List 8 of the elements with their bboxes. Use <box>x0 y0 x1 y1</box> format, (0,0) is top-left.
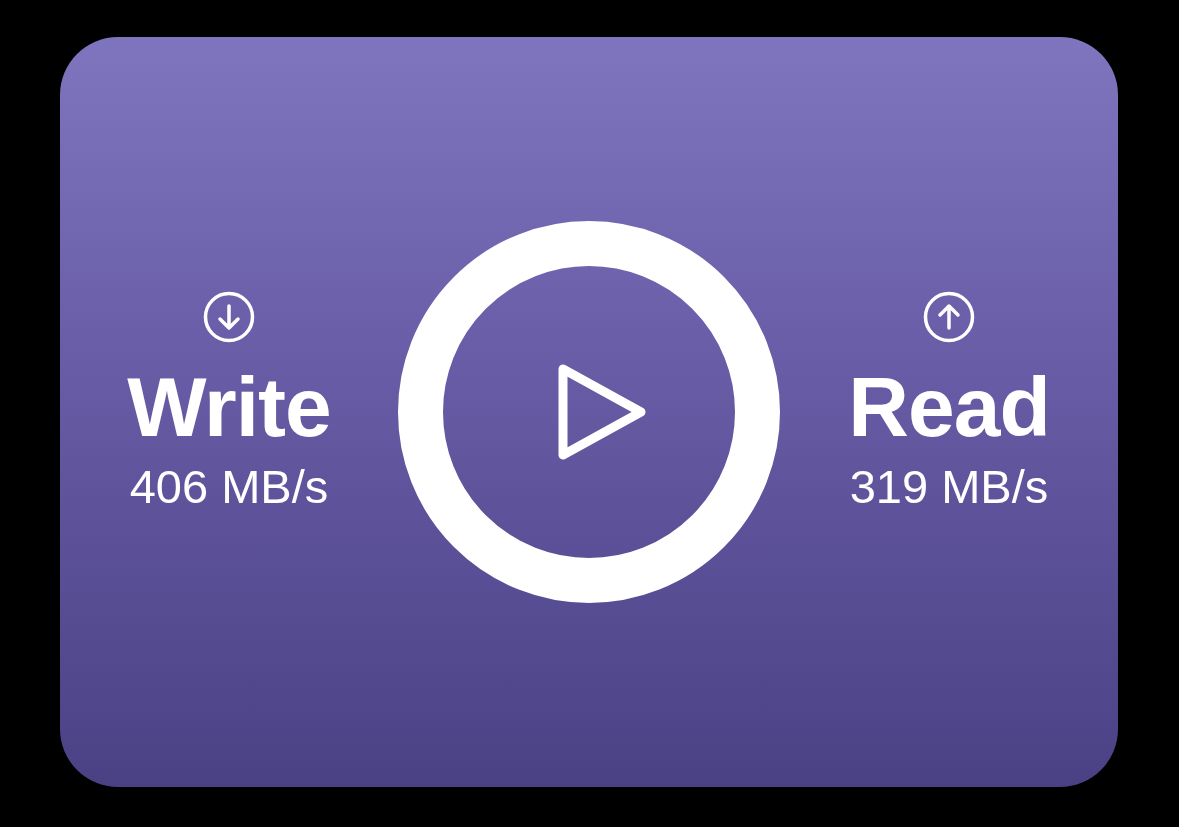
metric-label: Read <box>848 364 1050 449</box>
metric-label: Write <box>127 364 331 449</box>
start-button[interactable] <box>398 221 780 603</box>
play-icon <box>557 363 647 461</box>
arrow-down-circle-icon <box>203 290 255 343</box>
arrow-up-circle-icon <box>923 290 975 343</box>
speed-value: 319 MB/s <box>849 462 1049 510</box>
speed-value: 406 MB/s <box>129 462 329 510</box>
